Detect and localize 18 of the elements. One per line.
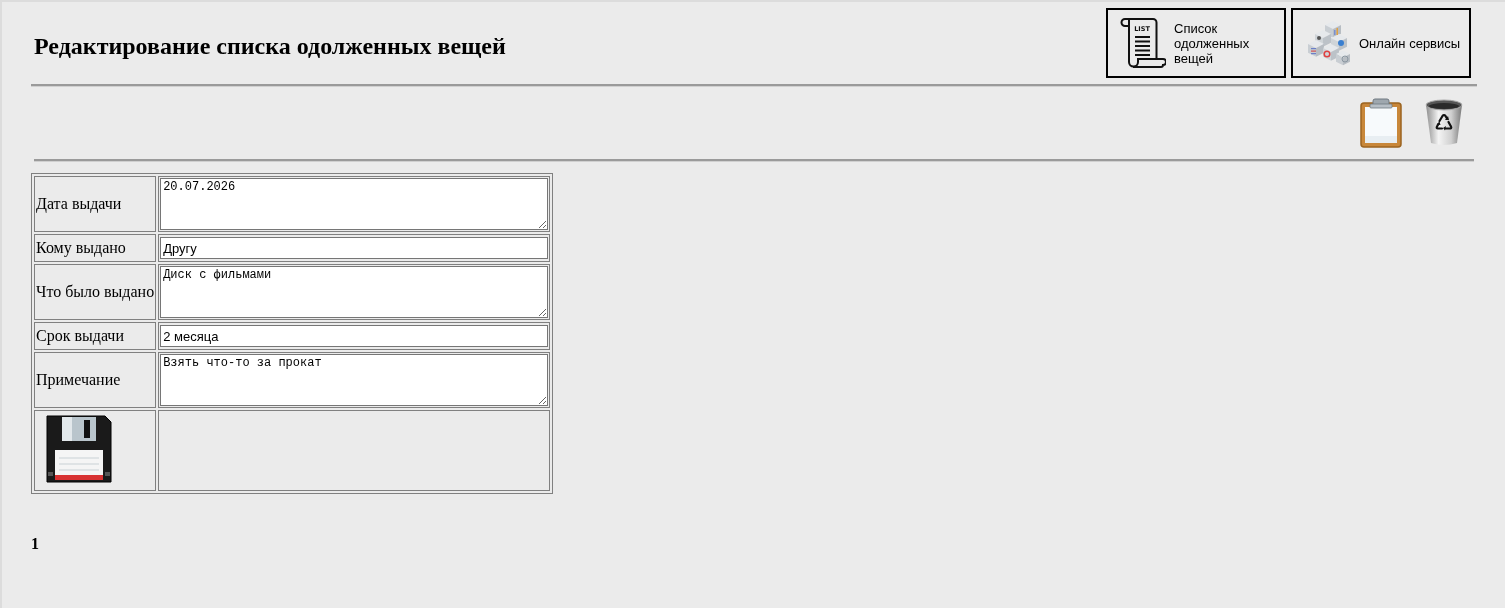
online-services-button[interactable]: Онлайн сервисы (1291, 8, 1471, 78)
field-label: Кому выдано (34, 234, 157, 262)
text-area[interactable]: 20.07.2026 (160, 178, 549, 230)
trash-button[interactable] (1424, 99, 1464, 147)
text-field[interactable]: 2 месяца (160, 325, 549, 347)
field-label: Примечание (34, 352, 157, 408)
clipboard-button[interactable] (1360, 98, 1402, 148)
page-number: 1 (31, 534, 39, 554)
text-area[interactable]: Диск с фильмами (160, 266, 549, 318)
page-title: Редактирование списка одолженных вещей (34, 32, 506, 60)
trash-can-icon (1424, 99, 1464, 147)
field-label: Дата выдачи (34, 176, 157, 232)
save-button[interactable] (44, 414, 112, 484)
field-label: Что было выдано (34, 264, 157, 320)
text-field[interactable]: Другу (160, 237, 549, 259)
field-label: Срок выдачи (34, 322, 157, 350)
text-area[interactable]: Взять что-то за прокат (160, 354, 549, 406)
clipboard-icon (1360, 98, 1402, 148)
